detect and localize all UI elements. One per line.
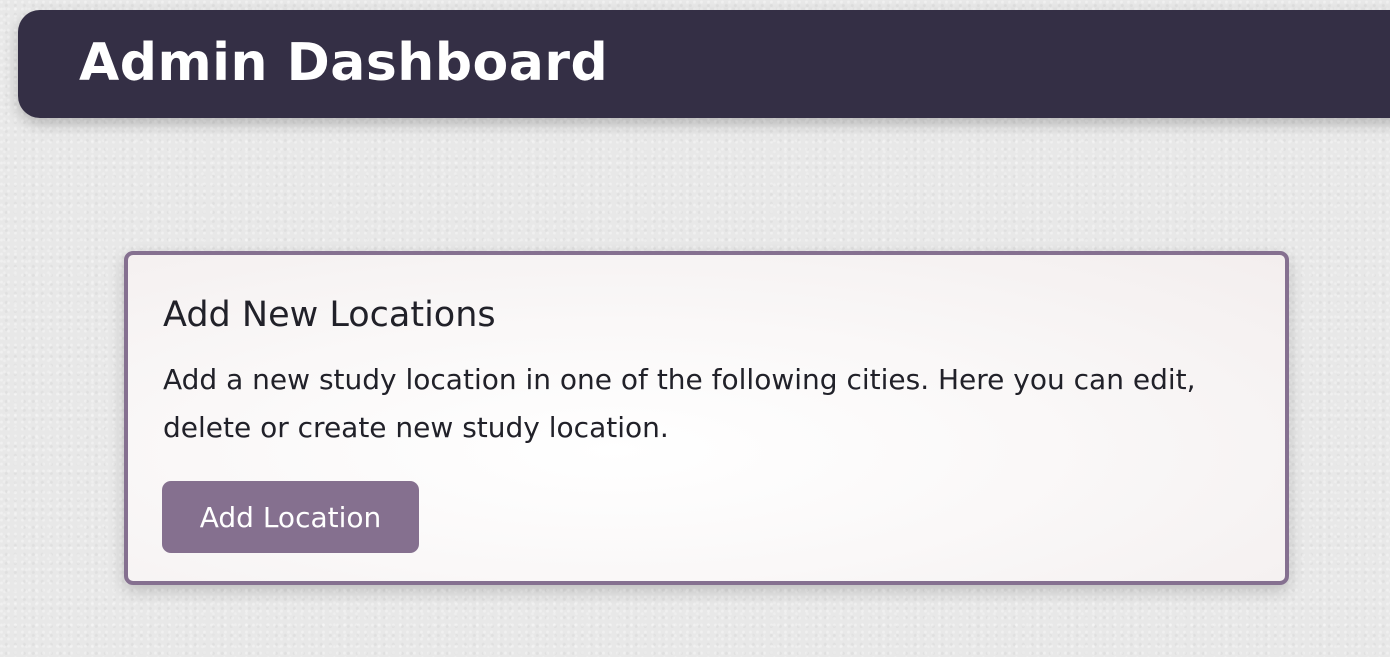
page-title: Admin Dashboard [79,33,609,93]
header-bar: Admin Dashboard [18,10,1390,118]
card-title: Add New Locations [163,295,496,335]
add-locations-card: Add New Locations Add a new study locati… [124,251,1289,585]
add-location-button[interactable]: Add Location [162,481,419,553]
card-description: Add a new study location in one of the f… [163,363,1196,444]
